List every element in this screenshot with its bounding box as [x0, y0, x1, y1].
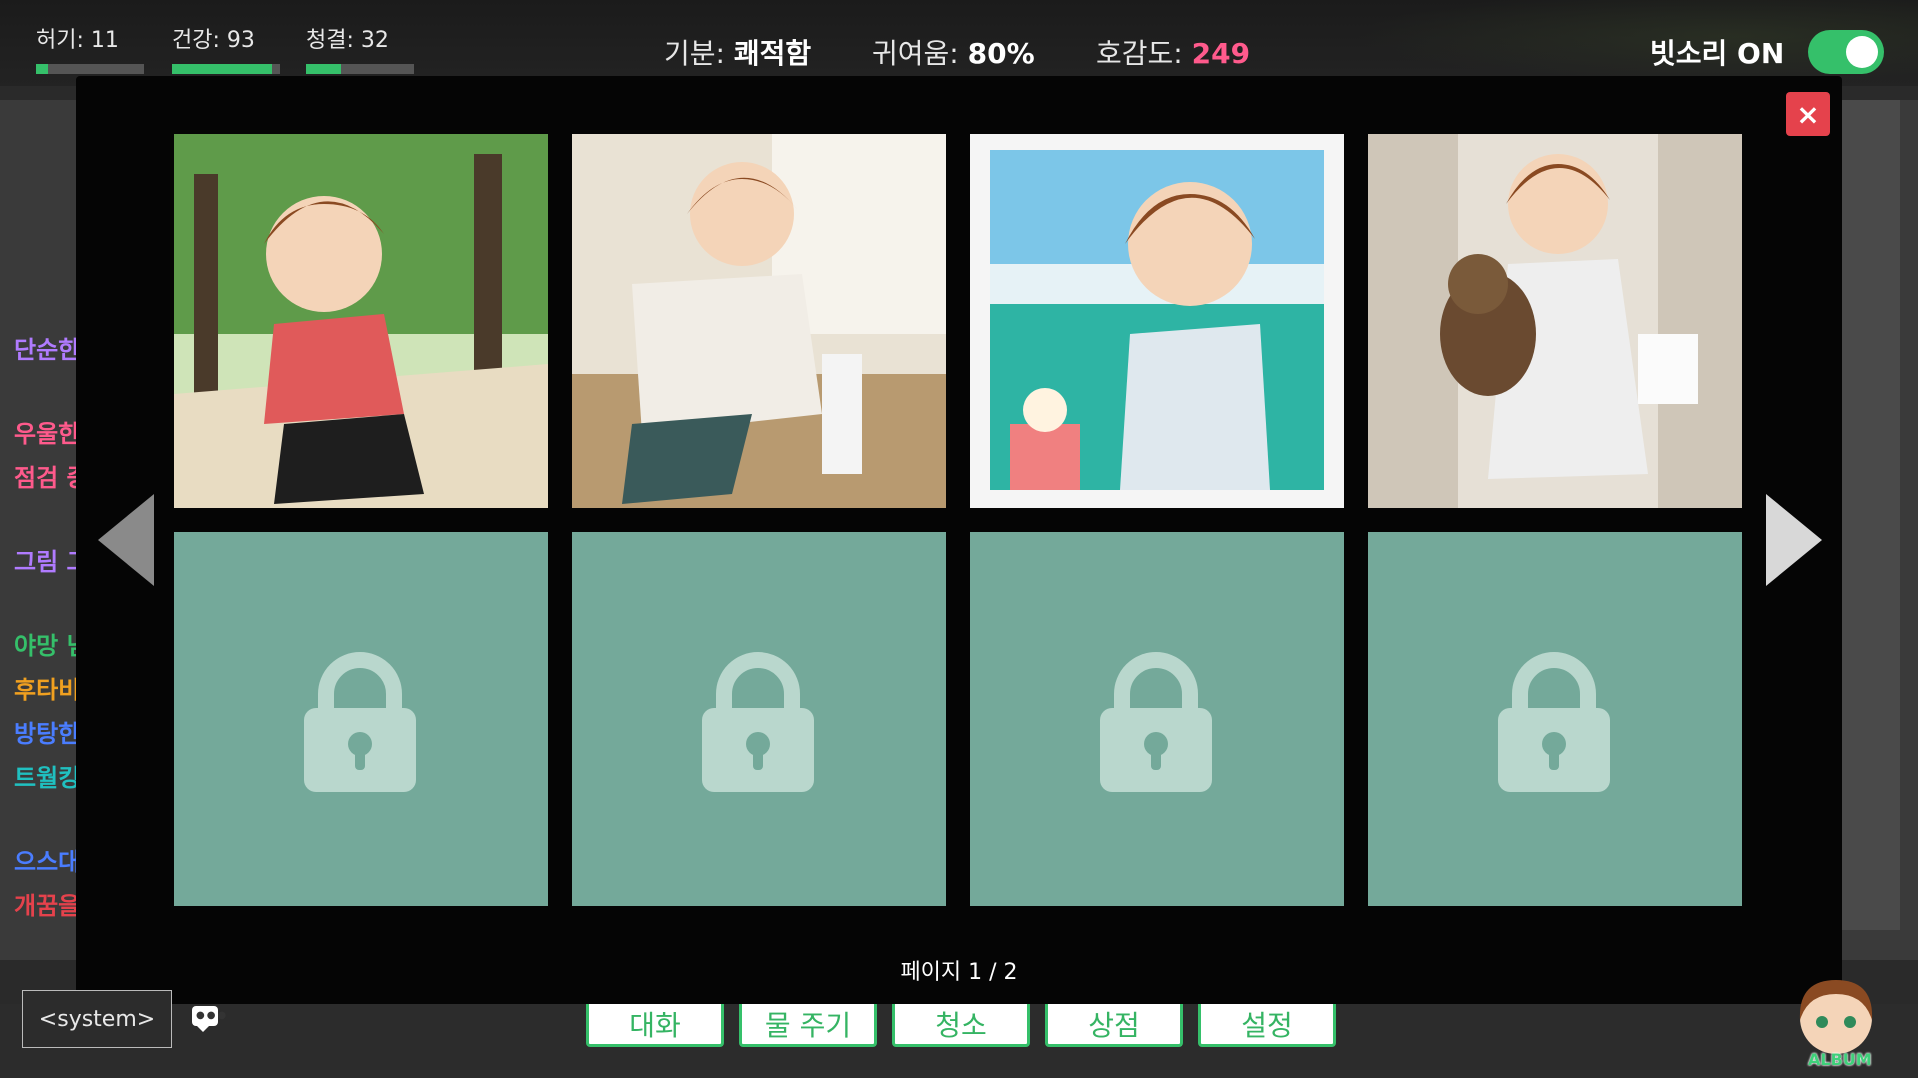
album-locked-slot-5 [174, 532, 548, 906]
page-indicator: 페이지 1 / 2 [900, 960, 1018, 985]
hunger-stat: 허기: 11 [36, 22, 144, 74]
next-page-arrow-icon[interactable] [1766, 494, 1822, 586]
health-label: 건강: 93 [172, 28, 255, 53]
cleanliness-label: 청결: 32 [306, 28, 389, 53]
mood-label: 기분: [664, 37, 725, 70]
menu-button-talk[interactable]: 대화 [586, 1004, 724, 1047]
cuteness-value: 80% [967, 37, 1035, 70]
health-bar [172, 64, 280, 74]
album-label: ALBUM [1808, 1050, 1872, 1069]
affinity-label: 호감도: [1096, 37, 1183, 70]
album-locked-slot-7 [970, 532, 1344, 906]
mood-readout: 기분: 쾌적함 [664, 32, 811, 72]
photo-beach-icecream [970, 134, 1344, 508]
health-stat: 건강: 93 [172, 22, 280, 74]
hunger-label: 허기: 11 [36, 28, 119, 53]
close-button[interactable]: × [1786, 92, 1830, 136]
cleanliness-bar-fill [306, 64, 341, 74]
cuteness-label: 귀여움: [872, 37, 959, 70]
rain-sound-toggle[interactable] [1808, 30, 1884, 74]
album-locked-slot-6 [572, 532, 946, 906]
lock-icon [1100, 652, 1212, 792]
mood-value: 쾌적함 [733, 37, 812, 70]
chat-bubble-icon[interactable]: ●●● [192, 1006, 226, 1032]
affinity-readout: 호감도: 249 [1096, 32, 1250, 72]
hunger-bar-fill [36, 64, 48, 74]
hunger-bar [36, 64, 144, 74]
lock-icon [702, 652, 814, 792]
system-channel-button[interactable]: <system> [22, 990, 172, 1048]
cleanliness-stat: 청결: 32 [306, 22, 414, 74]
cleanliness-bar [306, 64, 414, 74]
toggle-knob [1846, 36, 1878, 68]
cuteness-readout: 귀여움: 80% [872, 32, 1035, 72]
album-photo-4[interactable] [1368, 134, 1742, 508]
photo-running-park [174, 134, 548, 508]
album-photo-2[interactable] [572, 134, 946, 508]
photo-shopping-raccoon [1368, 134, 1742, 508]
lock-icon [304, 652, 416, 792]
menu-button-settings[interactable]: 설정 [1198, 1004, 1336, 1047]
menu-button-water[interactable]: 물 주기 [739, 1004, 877, 1047]
rain-sound-label: 빗소리 ON [1650, 37, 1785, 70]
menu-button-shop[interactable]: 상점 [1045, 1004, 1183, 1047]
album-photo-1[interactable] [174, 134, 548, 508]
health-bar-fill [172, 64, 273, 74]
album-locked-slot-8 [1368, 532, 1742, 906]
prev-page-arrow-icon[interactable] [98, 494, 154, 586]
lock-icon [1498, 652, 1610, 792]
menu-button-clean[interactable]: 청소 [892, 1004, 1030, 1047]
photo-sitting-couch [572, 134, 946, 508]
album-photo-3[interactable] [970, 134, 1344, 508]
top-hud: 허기: 11 건강: 93 청결: 32 기분: 쾌적함 귀여움: 80% 호감… [0, 0, 1918, 90]
affinity-value: 249 [1191, 37, 1251, 70]
